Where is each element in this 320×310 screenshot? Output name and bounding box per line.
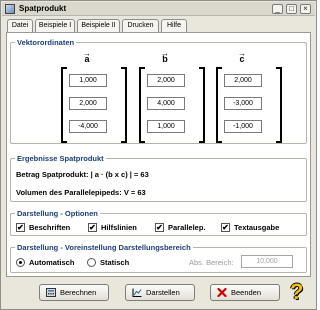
vector-c-y-input[interactable]: -3,000 xyxy=(224,97,262,110)
main-panel: Vektorordinaten → a → b → c 1,000 2,000 … xyxy=(6,32,311,277)
compute-button[interactable]: Berechnen xyxy=(39,284,109,301)
range-settings-group: Darstellung - Voreinstellung Darstellung… xyxy=(10,243,307,273)
exit-button-label: Beenden xyxy=(231,288,262,297)
vector-b-left-bracket xyxy=(139,67,145,143)
vector-c-x-input[interactable]: 2,000 xyxy=(224,74,262,87)
results-group: Ergebnisse Spatprodukt Betrag Spatproduk… xyxy=(10,154,307,202)
tab-hilfe[interactable]: Hilfe xyxy=(161,19,187,33)
vector-coordinates-group: Vektorordinaten → a → b → c 1,000 2,000 … xyxy=(10,38,307,144)
textausgabe-label: Textausgabe xyxy=(234,223,280,232)
triple-product-label: Betrag Spatprodukt: | a · (b x c) | = xyxy=(16,170,141,179)
beschriften-checkbox[interactable]: ✔ xyxy=(16,223,25,232)
display-button-label: Darstellen xyxy=(146,288,180,297)
compute-button-label: Berechnen xyxy=(60,288,97,297)
vector-c-label: c xyxy=(239,54,245,64)
display-button[interactable]: Darstellen xyxy=(125,284,195,301)
vector-b-right-bracket xyxy=(199,67,205,143)
static-radio[interactable] xyxy=(87,258,96,267)
vector-a-right-bracket xyxy=(121,67,127,143)
close-x-icon xyxy=(217,288,227,297)
vector-a-x-input[interactable]: 1,000 xyxy=(69,74,107,87)
textausgabe-checkbox[interactable]: ✔ xyxy=(221,223,230,232)
window-title: Spatprodukt xyxy=(19,4,67,13)
volume-value: 63 xyxy=(137,188,146,197)
title-bar: Spatprodukt _ □ × xyxy=(2,2,315,16)
parallelep-label: Parallelep. xyxy=(168,223,206,232)
question-mark-icon[interactable]: ? xyxy=(290,279,312,304)
app-icon xyxy=(5,4,15,14)
tab-datei[interactable]: Datei xyxy=(7,19,33,33)
triple-product-line: Betrag Spatprodukt: | a · (b x c) | = 63 xyxy=(16,170,149,179)
parallelep-checkbox[interactable]: ✔ xyxy=(155,223,164,232)
chart-icon xyxy=(132,288,142,297)
volume-label: Volumen des Parallelepipeds: V = xyxy=(16,188,138,197)
static-label: Statisch xyxy=(100,258,130,267)
hilfslinien-label: Hilfslinien xyxy=(101,223,137,232)
app-window: Spatprodukt _ □ × Datei Beispiele I Beis… xyxy=(0,0,317,310)
tab-drucken[interactable]: Drucken xyxy=(122,19,159,33)
exit-button[interactable]: Beenden xyxy=(210,284,280,301)
hilfslinien-checkbox[interactable]: ✔ xyxy=(88,223,97,232)
vector-c-z-input[interactable]: -1,000 xyxy=(224,120,262,133)
vector-b-x-input[interactable]: 2,000 xyxy=(147,74,185,87)
automatic-label: Automatisch xyxy=(29,258,75,267)
range-label: Abs. Bereich: xyxy=(189,258,234,267)
range-settings-title: Darstellung - Voreinstellung Darstellung… xyxy=(15,243,193,252)
close-button[interactable]: × xyxy=(300,4,311,14)
vector-b-y-input[interactable]: 4,000 xyxy=(147,97,185,110)
beschriften-label: Beschriften xyxy=(29,223,71,232)
vector-b-z-input[interactable]: 1,000 xyxy=(147,120,185,133)
vector-a-label: a xyxy=(84,54,90,64)
volume-line: Volumen des Parallelepipeds: V = 63 xyxy=(16,188,146,197)
vector-b-label: b xyxy=(162,54,168,64)
tab-beispiele-2[interactable]: Beispiele II xyxy=(77,19,120,33)
vector-a-left-bracket xyxy=(61,67,67,143)
vector-coordinates-title: Vektorordinaten xyxy=(15,38,77,47)
triple-product-value: 63 xyxy=(140,170,149,179)
tab-beispiele-1[interactable]: Beispiele I xyxy=(35,19,75,33)
display-options-title: Darstellung - Optionen xyxy=(15,209,100,218)
minimize-button[interactable]: _ xyxy=(272,4,283,14)
vector-c-right-bracket xyxy=(276,67,282,143)
automatic-radio[interactable] xyxy=(16,258,25,267)
range-input[interactable]: 10,000 xyxy=(241,255,293,268)
maximize-button[interactable]: □ xyxy=(286,4,297,14)
display-options-group: Darstellung - Optionen ✔ Beschriften ✔ H… xyxy=(10,209,307,236)
vector-c-left-bracket xyxy=(216,67,222,143)
results-title: Ergebnisse Spatprodukt xyxy=(15,154,106,163)
calculator-icon xyxy=(46,288,56,297)
vector-a-y-input[interactable]: 2,000 xyxy=(69,97,107,110)
vector-a-z-input[interactable]: -4,000 xyxy=(69,120,107,133)
